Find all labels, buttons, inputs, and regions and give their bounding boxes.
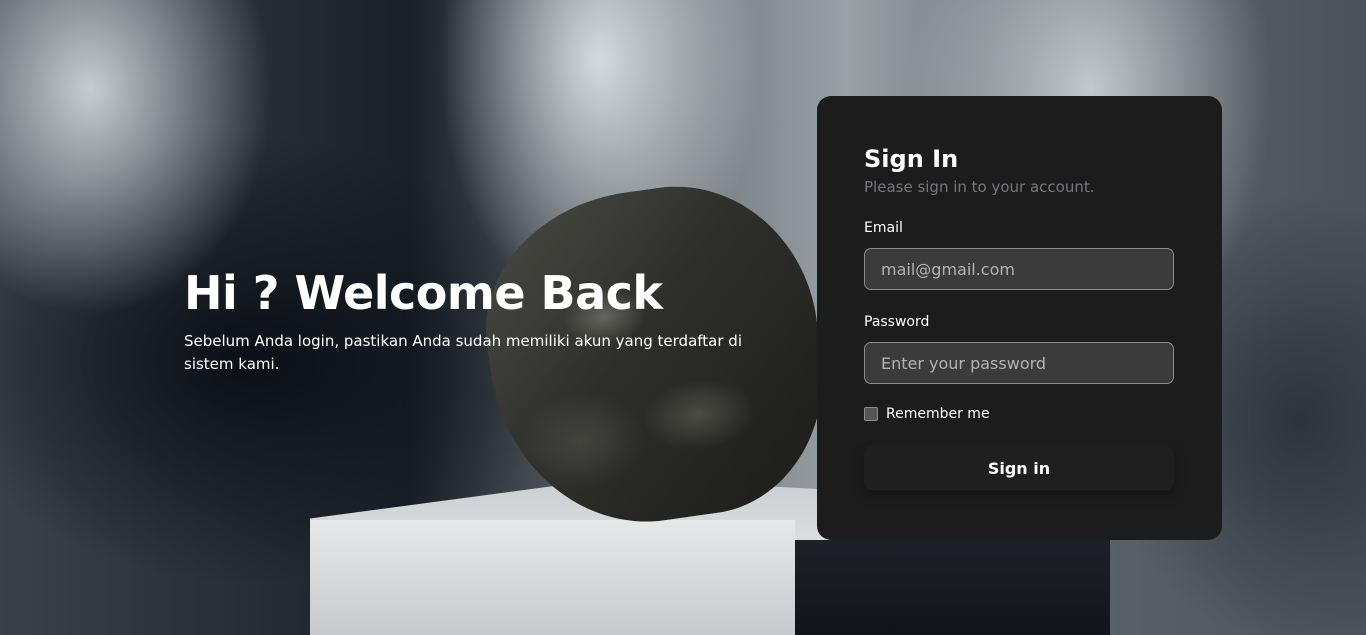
signin-button[interactable]: Sign in [864,446,1174,490]
welcome-description: Sebelum Anda login, pastikan Anda sudah … [184,332,742,373]
email-field[interactable] [864,248,1174,290]
remember-me-label[interactable]: Remember me [886,404,990,424]
signin-card: Sign In Please sign in to your account. … [817,96,1222,540]
email-label: Email [864,220,903,236]
remember-me-checkbox[interactable] [864,407,878,421]
password-label: Password [864,314,930,330]
password-field[interactable] [864,342,1174,384]
remember-me-row[interactable]: Remember me [864,404,990,424]
signin-subtitle: Please sign in to your account. [864,178,1095,196]
welcome-title: Hi ? Welcome Back [184,266,663,320]
signin-title: Sign In [864,145,959,173]
pedestal-front [310,520,795,635]
pedestal-side [795,540,1110,635]
welcome-section: Hi ? Welcome Back Sebelum Anda login, pa… [184,262,774,376]
login-page: Hi ? Welcome Back Sebelum Anda login, pa… [0,0,1366,635]
